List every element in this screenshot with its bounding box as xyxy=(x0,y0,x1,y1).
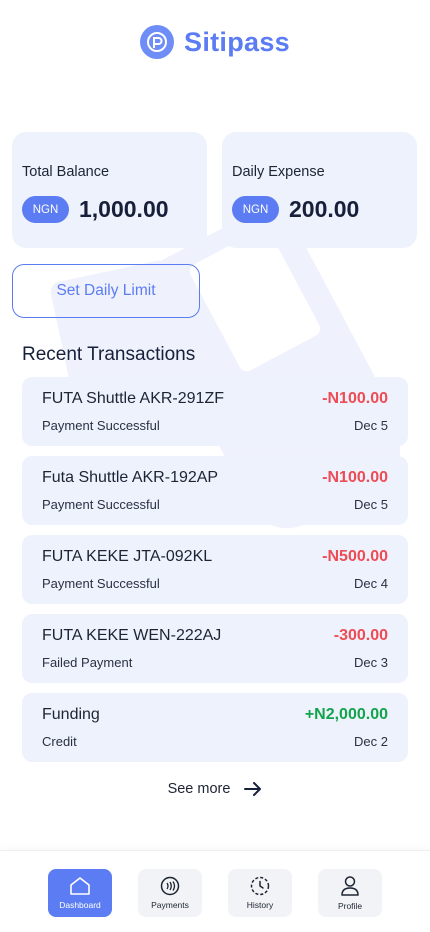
app-header: Sitipass xyxy=(0,22,430,62)
transaction-status: Failed Payment xyxy=(42,655,133,670)
user-icon xyxy=(341,876,359,896)
transaction-name: FUTA KEKE JTA-092KL xyxy=(42,548,213,565)
transaction-name: FUTA KEKE WEN-222AJ xyxy=(42,627,222,644)
transaction-item[interactable]: Futa Shuttle AKR-192AP -N100.00 Payment … xyxy=(22,456,408,525)
nav-label: History xyxy=(246,900,274,910)
recent-transactions-title: Recent Transactions xyxy=(22,344,196,365)
set-daily-limit-button[interactable]: Set Daily Limit xyxy=(12,264,200,318)
nav-label: Payments xyxy=(151,900,189,910)
transaction-date: Dec 4 xyxy=(354,576,388,591)
transaction-amount: -N500.00 xyxy=(322,548,388,565)
daily-expense-amount: 200.00 xyxy=(289,196,360,222)
see-more-link[interactable]: See more xyxy=(0,778,430,800)
arrow-right-icon xyxy=(244,782,262,796)
bottom-navigation: Dashboard Payments History Profile xyxy=(0,850,430,932)
transaction-status: Payment Successful xyxy=(42,418,160,433)
transaction-amount: -300.00 xyxy=(333,627,388,644)
nav-label: Dashboard xyxy=(59,900,101,910)
daily-expense-card: Daily Expense NGN 200.00 xyxy=(222,132,417,248)
history-icon xyxy=(250,876,270,896)
transaction-status: Payment Successful xyxy=(42,576,160,591)
nav-history[interactable]: History xyxy=(228,869,292,917)
total-balance-title: Total Balance xyxy=(22,164,110,180)
currency-badge: NGN xyxy=(22,196,69,223)
transaction-name: FUTA Shuttle AKR-291ZF xyxy=(42,390,224,407)
total-balance-card: Total Balance NGN 1,000.00 xyxy=(12,132,207,248)
currency-badge: NGN xyxy=(232,196,279,223)
nav-dashboard[interactable]: Dashboard xyxy=(48,869,112,917)
brand-name: Sitipass xyxy=(184,26,290,57)
transaction-date: Dec 5 xyxy=(354,418,388,433)
transaction-item[interactable]: FUTA KEKE JTA-092KL -N500.00 Payment Suc… xyxy=(22,535,408,604)
nav-payments[interactable]: Payments xyxy=(138,869,202,917)
nav-profile[interactable]: Profile xyxy=(318,869,382,917)
sitipass-logo-icon xyxy=(140,25,175,59)
transaction-amount: -N100.00 xyxy=(322,469,388,486)
transaction-item[interactable]: FUTA KEKE WEN-222AJ -300.00 Failed Payme… xyxy=(22,614,408,683)
home-icon xyxy=(70,877,90,895)
see-more-label: See more xyxy=(167,781,231,797)
contactless-icon xyxy=(160,876,180,896)
transaction-item[interactable]: Funding +N2,000.00 Credit Dec 2 xyxy=(22,693,408,762)
total-balance-amount: 1,000.00 xyxy=(79,196,169,222)
transaction-amount: +N2,000.00 xyxy=(304,706,388,723)
transaction-name: Funding xyxy=(42,706,100,723)
transaction-name: Futa Shuttle AKR-192AP xyxy=(42,469,219,486)
transaction-amount: -N100.00 xyxy=(322,390,388,407)
transaction-item[interactable]: FUTA Shuttle AKR-291ZF -N100.00 Payment … xyxy=(22,377,408,446)
transaction-date: Dec 2 xyxy=(354,734,388,749)
transaction-date: Dec 5 xyxy=(354,497,388,512)
transaction-status: Credit xyxy=(42,734,77,749)
transaction-date: Dec 3 xyxy=(354,655,388,670)
transaction-status: Payment Successful xyxy=(42,497,160,512)
daily-expense-title: Daily Expense xyxy=(232,164,325,180)
nav-label: Profile xyxy=(337,901,363,911)
